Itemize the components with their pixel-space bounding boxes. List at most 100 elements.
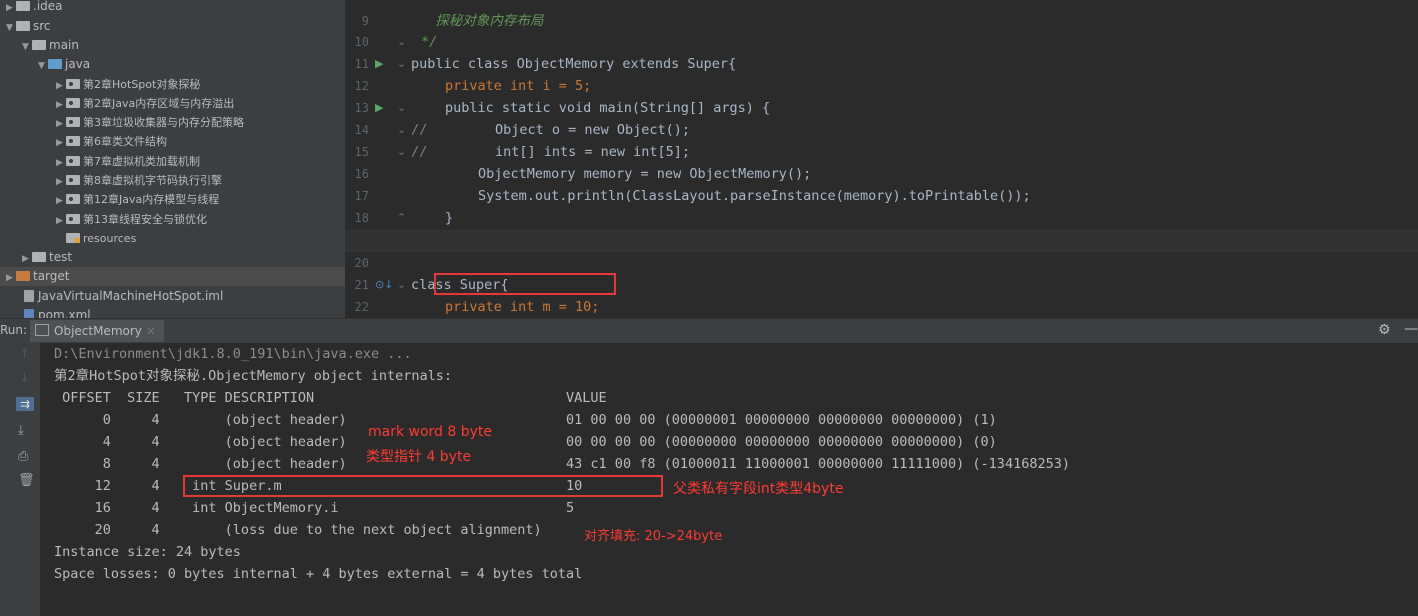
package-icon: [66, 214, 80, 224]
tree-item-label: 第2章Java内存区域与内存溢出: [83, 97, 235, 110]
tree-item-label: 第3章垃圾收集器与内存分配策略: [83, 116, 244, 129]
up-arrow-icon[interactable]: ↑: [19, 347, 30, 362]
project-tree: ▶ .idea ▼ src ▼ main ▼ java ▶ 第2章HotSpot对象探秘 …: [0, 0, 345, 318]
tree-item-target[interactable]: ▶ target: [0, 267, 345, 286]
code-line: 14 ⌄//Object o = new Object();: [345, 97, 1418, 138]
code-editor[interactable]: 9 探秘对象内存布局 10 ⌄ */ 11 ▶ ⌄ public class Object…: [345, 0, 1418, 318]
tree-item-label: 第6章类文件结构: [83, 135, 167, 148]
package-icon: [66, 194, 80, 204]
package-icon: [66, 98, 80, 108]
console-line: Instance size: 24 bytes: [54, 544, 241, 560]
tree-item-label: java: [65, 57, 91, 71]
gear-icon[interactable]: ⚙: [1378, 322, 1391, 338]
print-icon[interactable]: ⎙: [18, 449, 28, 464]
annotation-mark-word: mark word 8 byte: [368, 424, 493, 440]
folder-icon: [16, 271, 30, 281]
code-line: 16 ObjectMemory memory = new ObjectMemory…: [345, 141, 1418, 182]
package-icon: [66, 156, 80, 166]
tree-item-label: pom.xml: [38, 308, 91, 318]
module-file-icon: [24, 290, 34, 302]
folder-icon: [16, 21, 30, 31]
maven-file-icon: [24, 309, 34, 318]
tree-item-package[interactable]: ▶ 第7章虚拟机类加载机制: [0, 152, 345, 171]
console-line: 第2章HotSpot对象探秘.ObjectMemory object inter…: [54, 368, 452, 384]
code-line: 23⌃}: [345, 297, 1418, 318]
tree-item-test[interactable]: ▶ test: [0, 248, 345, 267]
run-label: Run:: [0, 323, 28, 337]
tree-item-label: resources: [83, 232, 137, 245]
code-line: 18 ⌃}: [345, 185, 1418, 226]
tree-item-label: 第12章Java内存模型与线程: [83, 193, 220, 206]
folder-icon: [32, 252, 46, 262]
console-line: 20 4 (loss due to the next object alignm…: [54, 522, 542, 538]
code-line: 11 ▶ ⌄ public class ObjectMemory extends Su…: [345, 31, 1418, 72]
minimize-icon[interactable]: —: [1404, 321, 1418, 337]
annotation-parent-field: 父类私有字段int类型4byte: [673, 481, 844, 497]
tree-item-package[interactable]: ▶ 第12章Java内存模型与线程: [0, 190, 345, 209]
tree-item-package[interactable]: ▶ 第6章类文件结构: [0, 132, 345, 151]
chevron-right-icon[interactable]: ▶: [56, 192, 66, 211]
tree-item-label: 第13章线程安全与锁优化: [83, 213, 207, 226]
package-icon: [66, 79, 80, 89]
tree-item-label: .idea: [33, 0, 63, 13]
package-icon: [66, 175, 80, 185]
tree-item-iml[interactable]: JavaVirtualMachineHotSpot.iml: [0, 287, 345, 306]
console-line: 0 4 (object header) 01 00 00 00 (0000000…: [54, 412, 997, 428]
code-line: 17 System.out.println(ClassLayout.parseIn…: [345, 163, 1418, 204]
tree-item-resources[interactable]: resources: [0, 229, 345, 248]
resources-folder-icon: [66, 233, 80, 243]
scroll-to-end-icon[interactable]: ⤓: [18, 423, 24, 438]
tree-item-package[interactable]: ▶ 第8章虚拟机字节码执行引擎: [0, 171, 345, 190]
highlight-box: [183, 475, 663, 497]
down-arrow-icon[interactable]: ↓: [19, 371, 30, 386]
console-line: 4 4 (object header) 00 00 00 00 (0000000…: [54, 434, 997, 450]
code-line: 21 ⊙↓ ⌄ class Super{: [345, 252, 1418, 293]
code-line: 19⌃}: [345, 207, 1418, 248]
tree-item-package[interactable]: ▶ 第3章垃圾收集器与内存分配策略: [0, 113, 345, 132]
tab-objectmemory[interactable]: ObjectMemory ×: [30, 320, 164, 342]
code-line: 13 ▶ ⌄ public static void main(String[] arg…: [345, 75, 1418, 116]
tree-item-label: 第2章HotSpot对象探秘: [83, 78, 201, 91]
close-icon[interactable]: ×: [146, 324, 156, 338]
tree-item-java[interactable]: ▼ java: [0, 55, 345, 74]
console-line: D:\Environment\jdk1.8.0_191\bin\java.exe…: [54, 346, 412, 362]
folder-icon: [32, 40, 46, 50]
chevron-right-icon[interactable]: ▶: [6, 269, 16, 288]
trash-icon[interactable]: 🗑: [18, 473, 35, 488]
package-icon: [66, 136, 80, 146]
console-line: 16 4 int ObjectMemory.i 5: [54, 500, 575, 516]
tree-item-package[interactable]: ▶ 第13章线程安全与锁优化: [0, 210, 345, 229]
code-line: 15 ⌄//int[] ints = new int[5];: [345, 119, 1418, 160]
run-panel-header: Run: ObjectMemory × ⚙ —: [0, 318, 1418, 343]
tree-item-label: src: [33, 19, 51, 33]
annotation-padding: 对齐填充: 20->24byte: [584, 529, 723, 544]
folder-icon: [16, 1, 30, 11]
tree-item-label: JavaVirtualMachineHotSpot.iml: [38, 289, 224, 303]
tree-item-label: 第8章虚拟机字节码执行引擎: [83, 174, 222, 187]
tab-label: ObjectMemory: [54, 324, 142, 338]
chevron-right-icon[interactable]: ▶: [56, 134, 66, 153]
console-line: OFFSET SIZE TYPE DESCRIPTION VALUE: [54, 390, 607, 406]
tree-item-src[interactable]: ▼ src: [0, 17, 345, 36]
highlight-box: [434, 273, 616, 295]
tree-item-main[interactable]: ▼ main: [0, 36, 345, 55]
tree-item-pom[interactable]: pom.xml: [0, 306, 345, 318]
annotation-class-pointer: 类型指针 4 byte: [366, 449, 472, 465]
run-toolbar: ↑ ↓ ⇉ ⤓ ⎙ 🗑: [0, 343, 40, 616]
tree-item-package[interactable]: ▶ 第2章Java内存区域与内存溢出: [0, 94, 345, 113]
tree-item-label: 第7章虚拟机类加载机制: [83, 155, 200, 168]
console-icon: [35, 324, 49, 336]
chevron-right-icon[interactable]: ▶: [6, 0, 16, 18]
code-line: 12 private int i = 5;: [345, 53, 1418, 94]
tree-item-idea[interactable]: ▶ .idea: [0, 0, 345, 16]
console-line: 8 4 (object header) 43 c1 00 f8 (0100001…: [54, 456, 1070, 472]
tree-item-package[interactable]: ▶ 第2章HotSpot对象探秘: [0, 75, 345, 94]
package-icon: [66, 117, 80, 127]
folder-icon: [48, 59, 62, 69]
soft-wrap-icon[interactable]: ⇉: [16, 397, 34, 411]
chevron-down-icon[interactable]: ▼: [38, 57, 48, 76]
tree-item-label: test: [49, 250, 73, 264]
code-line-current: 20: [345, 230, 1418, 270]
code-line: 10 ⌄ */: [345, 9, 1418, 50]
console-line: Space losses: 0 bytes internal + 4 bytes…: [54, 566, 583, 582]
